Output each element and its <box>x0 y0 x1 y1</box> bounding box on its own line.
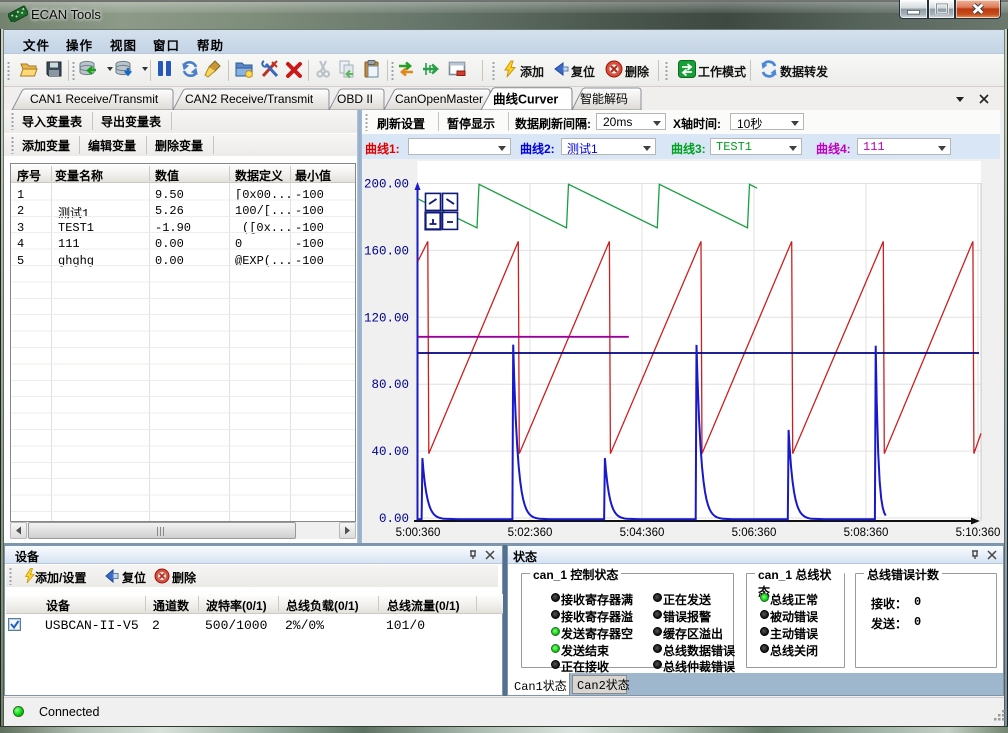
svg-text:CanOpenMaster: CanOpenMaster <box>395 92 483 106</box>
svg-text:200.00: 200.00 <box>364 178 409 192</box>
svg-text:5:08:360: 5:08:360 <box>844 527 889 539</box>
svg-text:5:00:360: 5:00:360 <box>396 527 441 539</box>
svg-text:5:02:360: 5:02:360 <box>508 527 553 539</box>
svg-text:40.00: 40.00 <box>371 445 409 459</box>
svg-text:CAN2 Receive/Transmit: CAN2 Receive/Transmit <box>185 92 314 106</box>
svg-text:0.00: 0.00 <box>379 512 409 526</box>
svg-text:80.00: 80.00 <box>371 378 409 392</box>
svg-text:曲线Curver: 曲线Curver <box>493 92 558 107</box>
svg-text:5:06:360: 5:06:360 <box>732 527 777 539</box>
svg-text:OBD II: OBD II <box>337 92 373 106</box>
svg-text:120.00: 120.00 <box>364 311 409 325</box>
svg-text:CAN1 Receive/Transmit: CAN1 Receive/Transmit <box>30 92 159 106</box>
svg-text:5:04:360: 5:04:360 <box>620 527 665 539</box>
svg-text:智能解码: 智能解码 <box>580 91 628 106</box>
svg-text:160.00: 160.00 <box>364 244 409 258</box>
svg-text:5:10:360: 5:10:360 <box>956 527 1000 539</box>
